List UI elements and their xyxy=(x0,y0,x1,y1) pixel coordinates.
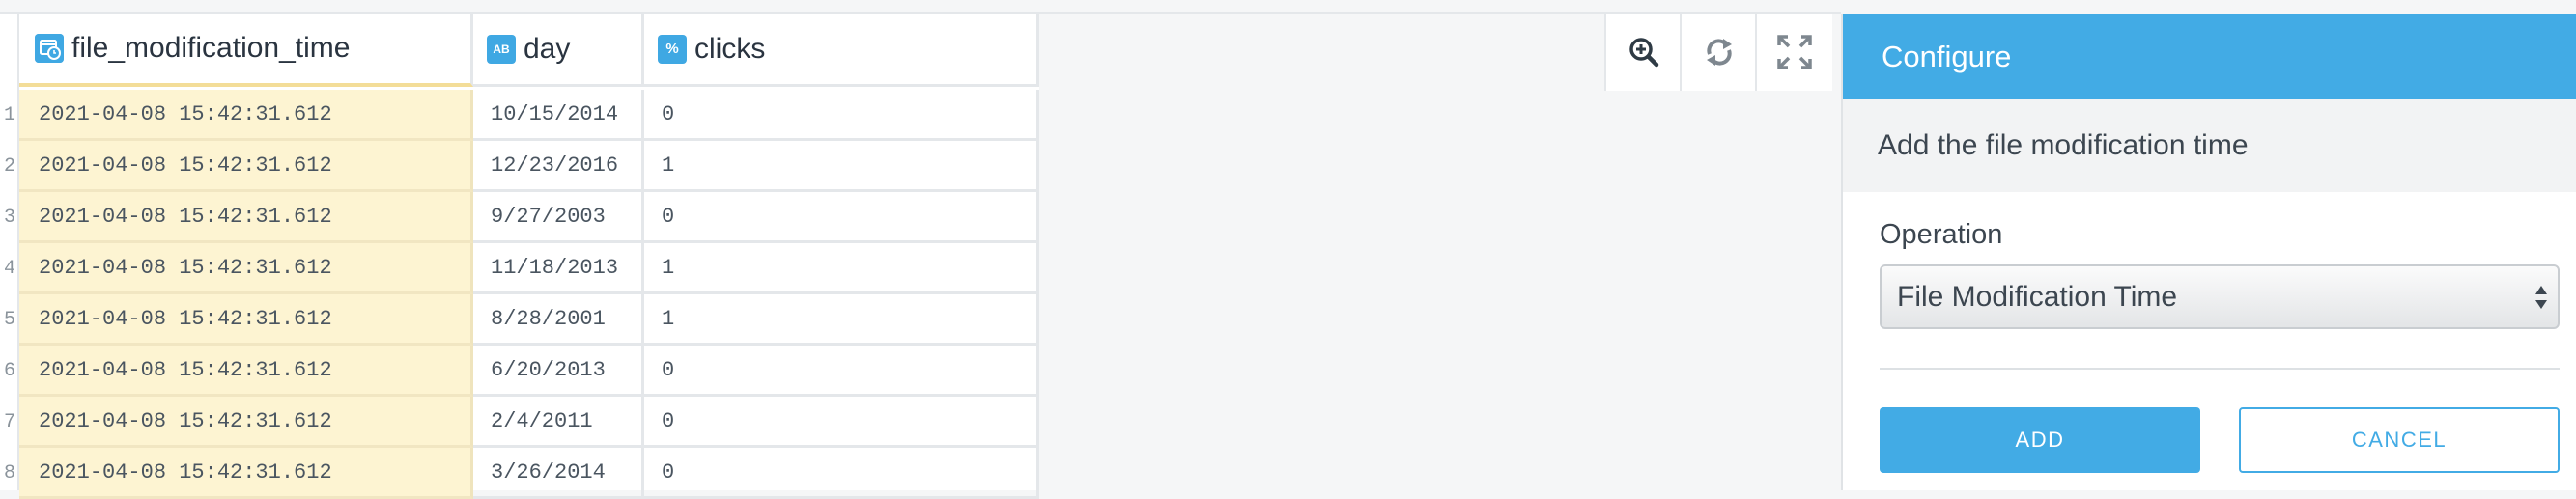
row-number: 3 xyxy=(3,207,15,229)
column-header-day[interactable]: AB day xyxy=(473,14,644,87)
cell-file-modification-time[interactable]: 2021-04-08 15:42:31.612 xyxy=(19,141,473,192)
cell-day[interactable]: 10/15/2014 xyxy=(473,90,644,141)
add-button[interactable]: ADD xyxy=(1880,407,2200,473)
select-arrows-icon xyxy=(2535,286,2547,309)
refresh-button[interactable] xyxy=(1680,14,1757,91)
cell-day[interactable]: 11/18/2013 xyxy=(473,243,644,294)
cell-file-modification-time[interactable]: 2021-04-08 15:42:31.612 xyxy=(19,448,473,499)
row-number: 1 xyxy=(3,104,15,126)
zoom-in-icon xyxy=(1629,38,1659,68)
cell-file-modification-time[interactable]: 2021-04-08 15:42:31.612 xyxy=(19,294,473,346)
operation-label: Operation xyxy=(1880,219,2003,250)
operation-select[interactable]: File Modification Time xyxy=(1880,264,2560,329)
cell-file-modification-time[interactable]: 2021-04-08 15:42:31.612 xyxy=(19,192,473,243)
row-number: 4 xyxy=(3,258,15,280)
cancel-button[interactable]: CANCEL xyxy=(2239,407,2560,473)
column-header-clicks[interactable]: % clicks xyxy=(644,14,1039,87)
panel-description: Add the file modification time xyxy=(1843,99,2576,192)
data-grid: file_modification_time AB day % clicks 1… xyxy=(0,14,1039,499)
column-header-label: clicks xyxy=(694,32,766,65)
panel-title: Configure xyxy=(1843,14,2576,99)
column-header-label: file_modification_time xyxy=(71,32,351,64)
percent-number-type-icon: % xyxy=(658,34,687,64)
divider xyxy=(1880,368,2560,370)
cell-day[interactable]: 12/23/2016 xyxy=(473,141,644,192)
column-header-label: day xyxy=(524,32,571,65)
refresh-icon xyxy=(1707,39,1732,66)
datetime-type-icon xyxy=(35,34,64,63)
cell-file-modification-time[interactable]: 2021-04-08 15:42:31.612 xyxy=(19,346,473,397)
cell-day[interactable]: 6/20/2013 xyxy=(473,346,644,397)
cell-day[interactable]: 3/26/2014 xyxy=(473,448,644,499)
fullscreen-icon xyxy=(1777,35,1812,69)
cell-clicks[interactable]: 0 xyxy=(644,90,1039,141)
configure-panel: Configure Add the file modification time… xyxy=(1841,14,2576,490)
fullscreen-button[interactable] xyxy=(1755,14,1832,91)
cell-clicks[interactable]: 0 xyxy=(644,448,1039,499)
column-header-file-modification-time[interactable]: file_modification_time xyxy=(19,14,473,87)
cell-day[interactable]: 9/27/2003 xyxy=(473,192,644,243)
operation-select-value: File Modification Time xyxy=(1897,280,2178,313)
cell-clicks[interactable]: 1 xyxy=(644,141,1039,192)
cell-clicks[interactable]: 1 xyxy=(644,243,1039,294)
cell-clicks[interactable]: 0 xyxy=(644,397,1039,448)
row-number: 2 xyxy=(3,155,15,178)
row-number: 5 xyxy=(3,309,15,331)
row-number: 6 xyxy=(3,360,15,382)
cell-day[interactable]: 2/4/2011 xyxy=(473,397,644,448)
cell-clicks[interactable]: 0 xyxy=(644,192,1039,243)
cell-file-modification-time[interactable]: 2021-04-08 15:42:31.612 xyxy=(19,397,473,448)
cell-day[interactable]: 8/28/2001 xyxy=(473,294,644,346)
cell-clicks[interactable]: 0 xyxy=(644,346,1039,397)
cell-file-modification-time[interactable]: 2021-04-08 15:42:31.612 xyxy=(19,243,473,294)
row-number: 7 xyxy=(3,411,15,433)
row-number: 8 xyxy=(3,462,15,485)
cell-clicks[interactable]: 1 xyxy=(644,294,1039,346)
cell-file-modification-time[interactable]: 2021-04-08 15:42:31.612 xyxy=(19,90,473,141)
zoom-in-button[interactable] xyxy=(1604,14,1682,91)
string-type-icon: AB xyxy=(487,34,516,64)
